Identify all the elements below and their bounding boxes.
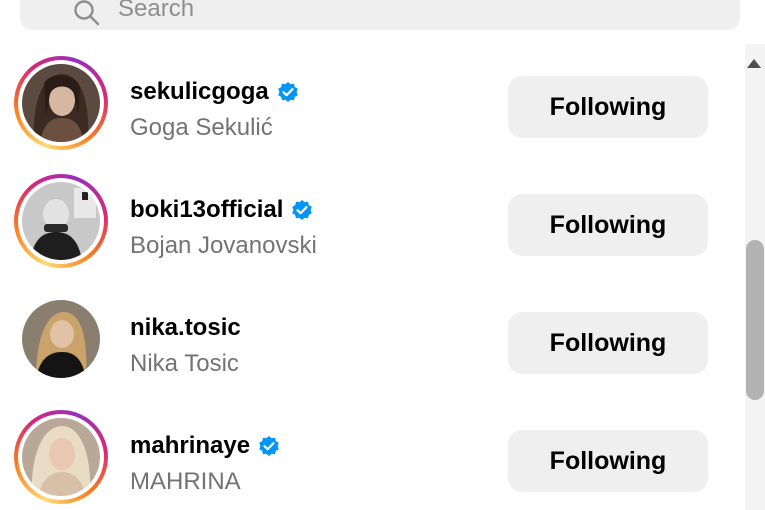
username-link[interactable]: sekulicgoga — [130, 78, 269, 106]
full-name: MAHRINA — [130, 468, 241, 495]
following-dialog: Search sekulicgoga Goga Sekulić Followin… — [0, 0, 765, 510]
following-button[interactable]: Following — [508, 312, 708, 374]
avatar — [22, 418, 100, 496]
full-name: Nika Tosic — [130, 350, 239, 377]
list-item: mahrinaye MAHRINA Following — [0, 398, 740, 510]
avatar-story-ring[interactable] — [14, 56, 108, 150]
verified-badge-icon — [292, 200, 313, 220]
list-item: boki13official Bojan Jovanovski Followin… — [0, 162, 740, 280]
search-input[interactable]: Search — [118, 0, 194, 23]
list-item: sekulicgoga Goga Sekulić Following — [0, 44, 740, 162]
avatar — [22, 300, 100, 378]
search-icon — [74, 0, 100, 26]
username-link[interactable]: boki13official — [130, 196, 283, 224]
full-name: Bojan Jovanovski — [130, 232, 317, 259]
avatar — [22, 182, 100, 260]
full-name: Goga Sekulić — [130, 114, 273, 141]
avatar-story-ring[interactable] — [14, 410, 108, 504]
username-link[interactable]: nika.tosic — [130, 314, 241, 342]
username-link[interactable]: mahrinaye — [130, 432, 250, 460]
list-item: nika.tosic Nika Tosic Following — [0, 280, 740, 398]
avatar-story-ring[interactable] — [14, 174, 108, 268]
verified-badge-icon — [259, 436, 279, 456]
following-button[interactable]: Following — [508, 194, 708, 256]
following-button[interactable]: Following — [508, 76, 708, 138]
scrollbar-thumb[interactable] — [746, 240, 764, 400]
following-button[interactable]: Following — [508, 430, 708, 492]
verified-badge-icon — [277, 82, 298, 102]
avatar — [22, 64, 100, 142]
scroll-up-arrow-icon[interactable] — [745, 56, 763, 74]
avatar-container[interactable] — [14, 292, 108, 386]
search-bar[interactable]: Search — [20, 0, 740, 30]
